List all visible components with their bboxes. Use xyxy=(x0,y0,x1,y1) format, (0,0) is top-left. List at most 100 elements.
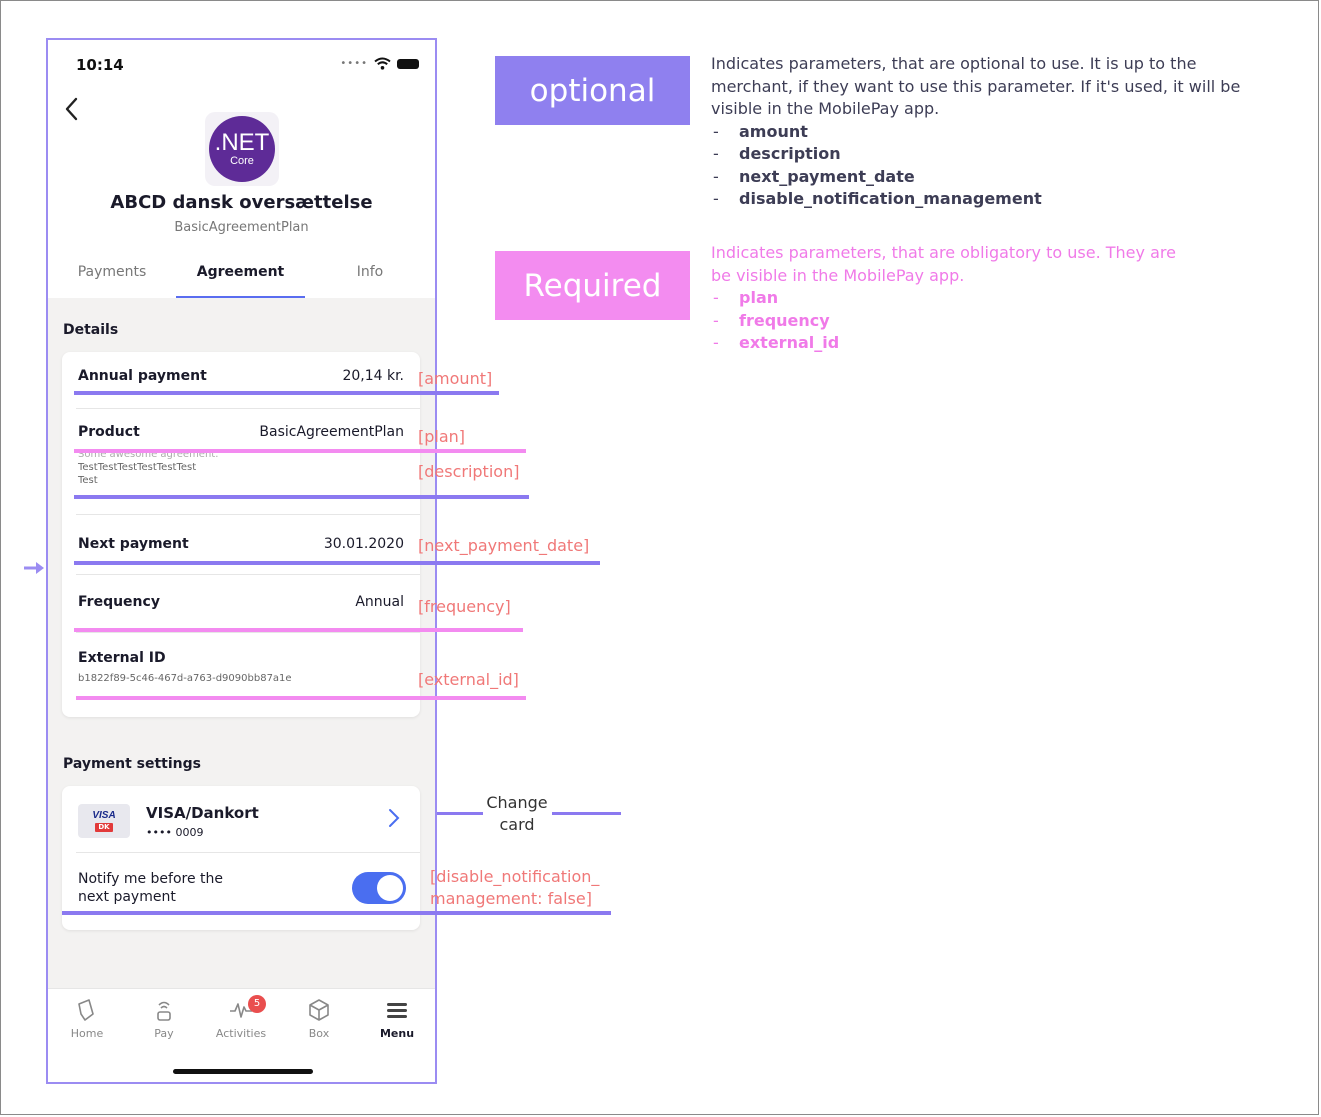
payment-settings-card: VISA DK VISA/Dankort •••• 0009 Notify me… xyxy=(62,786,420,930)
required-marker-frequency xyxy=(74,628,523,632)
notify-toggle[interactable] xyxy=(352,872,406,904)
next-payment-label: Next payment xyxy=(78,536,189,552)
dotnet-logo-icon: .NET Core xyxy=(209,116,275,182)
tab-payments[interactable]: Payments xyxy=(66,264,158,280)
nav-menu-label: Menu xyxy=(379,1027,415,1040)
tab-agreement[interactable]: Agreement xyxy=(176,264,305,280)
toggle-knob xyxy=(377,875,403,901)
annual-payment-value: 20,14 kr. xyxy=(342,368,404,384)
signal-icon: •••• xyxy=(340,58,368,69)
payment-card-row[interactable]: VISA DK VISA/Dankort •••• 0009 xyxy=(62,786,420,850)
visa-dankort-logo-icon: VISA DK xyxy=(78,804,130,838)
legend-required-box: Required xyxy=(495,251,690,320)
required-description-line-1: Indicates parameters, that are obligator… xyxy=(711,243,1176,262)
payment-settings-title: Payment settings xyxy=(63,756,201,772)
logo-sub-text: Core xyxy=(230,155,254,167)
back-arrow-icon[interactable] xyxy=(62,96,84,122)
nav-pay-label: Pay xyxy=(154,1027,174,1040)
details-card: Annual payment 20,14 kr. Product BasicAg… xyxy=(62,352,420,717)
status-icons: •••• xyxy=(340,57,419,70)
annual-payment-label: Annual payment xyxy=(78,368,207,384)
pay-icon xyxy=(157,1001,171,1021)
next-payment-value: 30.01.2020 xyxy=(323,536,404,552)
box-icon xyxy=(309,999,329,1021)
nav-home-label: Home xyxy=(70,1027,104,1040)
notify-label: Notify me before the next payment xyxy=(78,871,224,905)
optional-param-item: next_payment_date xyxy=(711,166,1291,189)
required-param-item: plan xyxy=(711,287,1291,310)
change-card-connector-right xyxy=(552,812,621,815)
tab-info[interactable]: Info xyxy=(338,264,402,280)
annotation-external-id: [external_id] xyxy=(418,670,519,689)
optional-description-line-3: visible in the MobilePay app. xyxy=(711,99,940,118)
legend-required-description: Indicates parameters, that are obligator… xyxy=(711,242,1291,355)
plan-name: BasicAgreementPlan xyxy=(174,220,309,235)
product-label: Product xyxy=(78,424,140,440)
optional-param-item: description xyxy=(711,143,1291,166)
required-marker-external-id xyxy=(76,696,526,700)
optional-param-item: amount xyxy=(711,121,1291,144)
optional-marker-notification xyxy=(62,911,611,915)
status-time: 10:14 xyxy=(76,56,124,74)
home-indicator xyxy=(173,1069,313,1074)
agreement-body: Details Annual payment 20,14 kr. Product… xyxy=(48,298,435,988)
required-marker-plan xyxy=(74,449,526,453)
logo-main-text: .NET xyxy=(214,129,270,156)
nav-box-label: Box xyxy=(308,1027,330,1040)
divider xyxy=(76,408,420,409)
optional-marker-amount xyxy=(74,391,499,395)
product-value: BasicAgreementPlan xyxy=(259,424,404,440)
optional-param-item: disable_notification_management xyxy=(711,188,1291,211)
annotation-disable-notification-line-1: [disable_notification_ xyxy=(430,867,600,886)
external-id-value: b1822f89-5c46-467d-a763-d9090bb87a1e xyxy=(78,673,292,684)
divider xyxy=(76,514,420,515)
home-icon xyxy=(78,999,94,1021)
annotation-amount: [amount] xyxy=(418,369,493,388)
nav-home[interactable]: Home xyxy=(52,997,122,1040)
nav-box[interactable]: Box xyxy=(284,997,354,1040)
optional-marker-next-payment xyxy=(74,561,600,565)
annotation-next-payment-date: [next_payment_date] xyxy=(418,536,590,555)
bottom-navigation: Home Pay 5 Activities Box Menu xyxy=(48,988,435,1082)
required-param-item: external_id xyxy=(711,332,1291,355)
activities-badge: 5 xyxy=(248,995,266,1013)
optional-marker-description xyxy=(74,495,529,499)
divider xyxy=(76,574,420,575)
description-line-3: Test xyxy=(78,475,98,486)
annotation-description: [description] xyxy=(418,462,520,481)
nav-activities[interactable]: 5 Activities xyxy=(206,995,276,1040)
chevron-right-icon[interactable] xyxy=(388,808,400,828)
required-param-item: frequency xyxy=(711,310,1291,333)
card-number: •••• 0009 xyxy=(146,826,204,839)
agreement-header: 10:14 •••• .NET Core ABCD dansk oversætt… xyxy=(48,40,435,299)
annotation-frequency: [frequency] xyxy=(418,597,511,616)
change-card-line-2: card xyxy=(499,815,535,834)
details-title: Details xyxy=(63,322,119,338)
annotation-disable-notification-line-2: management: false] xyxy=(430,889,592,908)
description-line-2: TestTestTestTestTestTest xyxy=(78,462,197,473)
merchant-name: ABCD dansk oversættelse xyxy=(110,192,373,213)
nav-activities-label: Activities xyxy=(215,1027,267,1040)
card-name: VISA/Dankort xyxy=(146,804,259,822)
divider xyxy=(76,632,420,633)
merchant-logo: .NET Core xyxy=(205,112,279,186)
menu-icon xyxy=(387,1003,407,1018)
optional-description-line-1: Indicates parameters, that are optional … xyxy=(711,54,1197,73)
legend-optional-box: optional xyxy=(495,56,690,125)
battery-icon xyxy=(397,58,419,69)
wifi-icon xyxy=(374,57,391,70)
side-arrow-icon xyxy=(24,562,44,574)
frequency-value: Annual xyxy=(355,594,404,610)
nav-menu[interactable]: Menu xyxy=(362,997,432,1040)
required-description-line-2: be visible in the MobilePay app. xyxy=(711,265,965,285)
nav-pay[interactable]: Pay xyxy=(129,997,199,1040)
tab-bar: Payments Agreement Info xyxy=(48,260,435,299)
external-id-label: External ID xyxy=(78,650,166,666)
change-card-note: Change card xyxy=(474,792,560,836)
divider xyxy=(76,852,420,853)
annotation-plan: [plan] xyxy=(418,427,466,446)
optional-description-line-2: merchant, if they want to use this param… xyxy=(711,76,1241,96)
optional-param-list: amount description next_payment_date dis… xyxy=(711,121,1291,211)
required-param-list: plan frequency external_id xyxy=(711,287,1291,355)
frequency-label: Frequency xyxy=(78,594,160,610)
